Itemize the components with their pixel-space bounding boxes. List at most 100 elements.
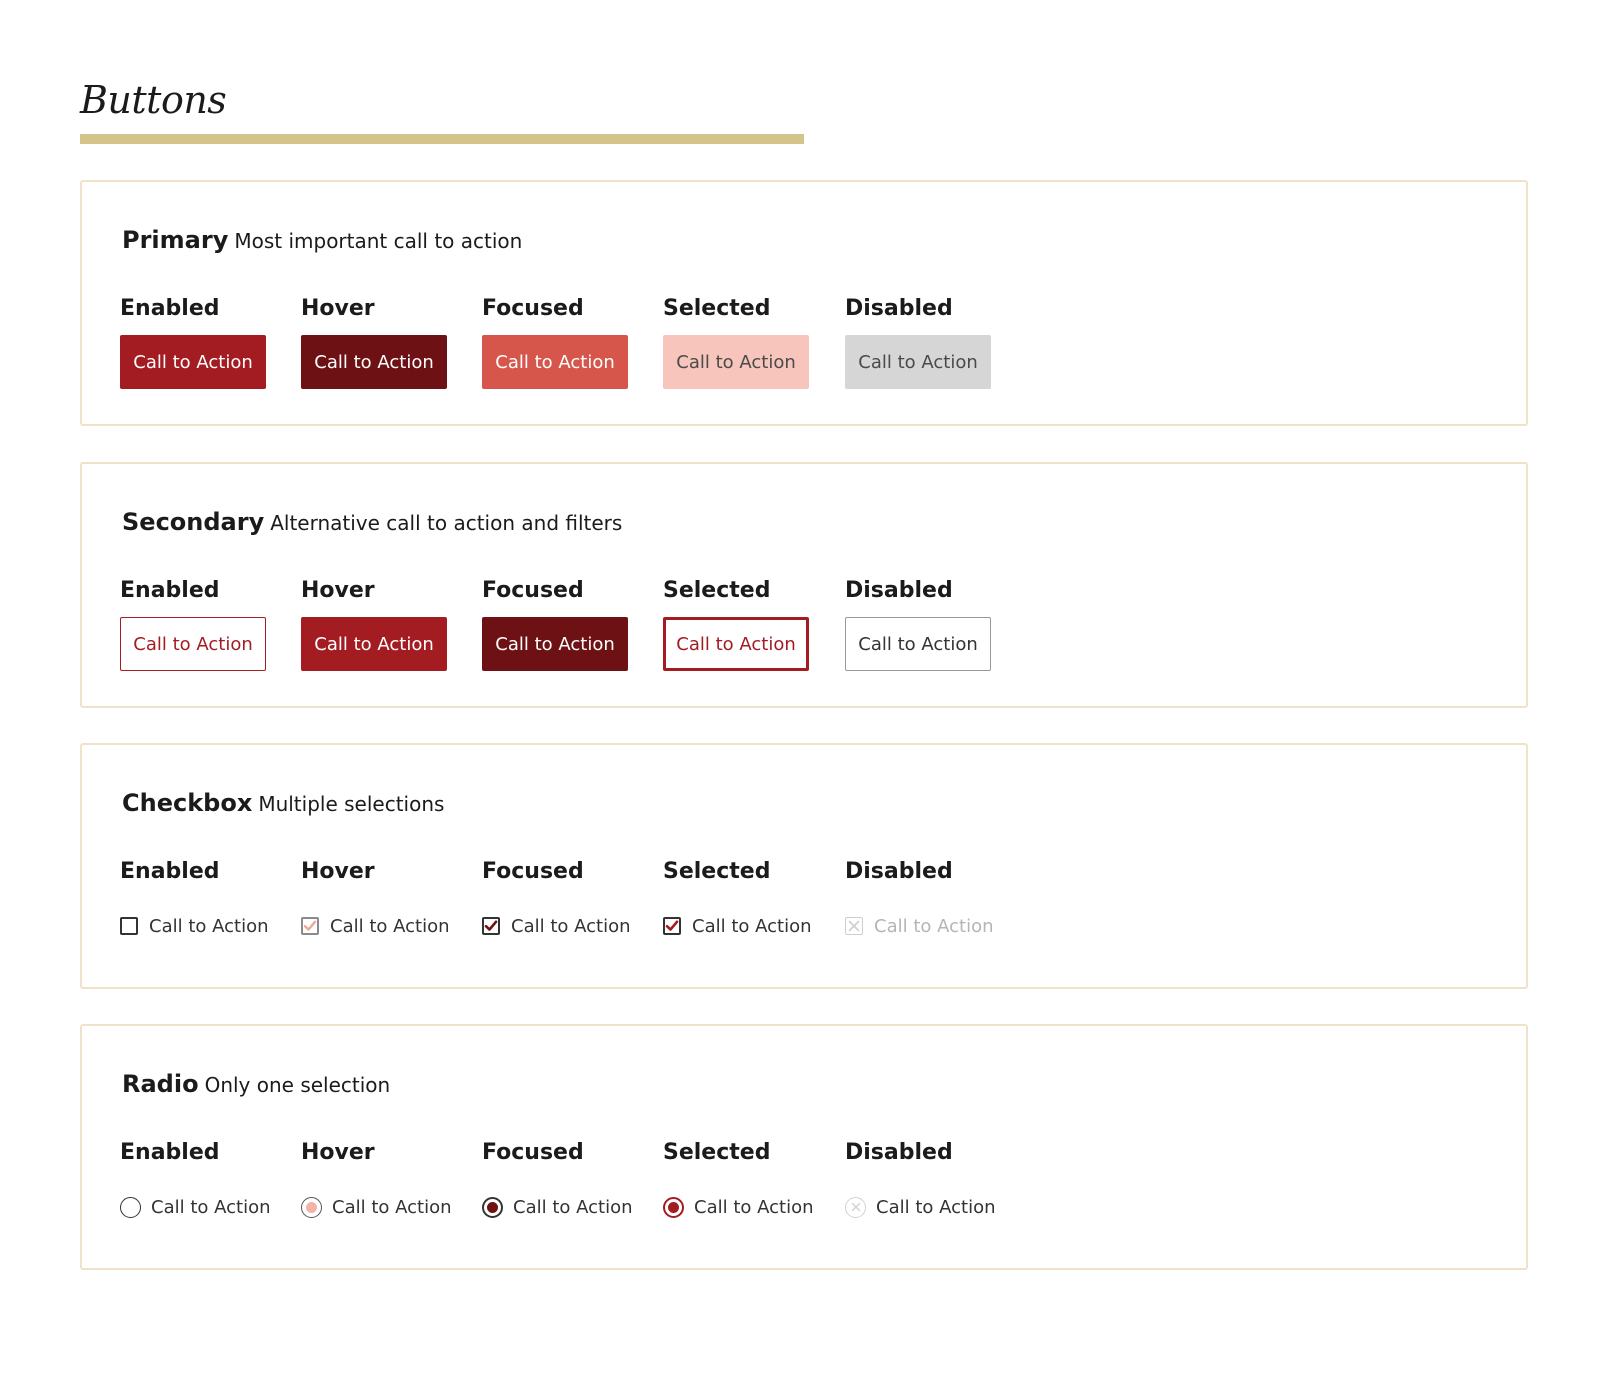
state-disabled: Disabled Call to Action (845, 294, 1005, 389)
checkbox-label: Call to Action (330, 915, 450, 937)
checkbox-checked-icon[interactable] (663, 917, 681, 935)
section-description: Alternative call to action and filters (270, 511, 623, 535)
checkbox-label: Call to Action (149, 915, 269, 937)
section-name: Checkbox (122, 789, 253, 817)
primary-hover-button[interactable]: Call to Action (301, 335, 447, 389)
title-underline (80, 134, 804, 144)
state-selected: Selected Call to Action (663, 294, 823, 389)
state-focused: Focused Call to Action (482, 294, 642, 389)
state-enabled: Enabled Call to Action (120, 294, 280, 389)
radio-label: Call to Action (876, 1196, 996, 1218)
secondary-hover-button[interactable]: Call to Action (301, 617, 447, 671)
page-title: Buttons (80, 78, 227, 122)
state-hover: Hover Call to Action (301, 294, 461, 389)
checkbox-enabled[interactable]: Call to Action (120, 913, 269, 939)
checkbox-label: Call to Action (874, 915, 994, 937)
section-heading: Primary Most important call to action (122, 222, 522, 261)
state-selected: Selected Call to Action (663, 857, 823, 937)
primary-disabled-button: Call to Action (845, 335, 991, 389)
radio-dot-icon (306, 1201, 317, 1213)
state-label: Disabled (845, 859, 953, 884)
secondary-section: Secondary Alternative call to action and … (80, 462, 1528, 708)
state-label: Selected (663, 1140, 771, 1165)
state-enabled: Enabled Call to Action (120, 1138, 280, 1218)
primary-enabled-button[interactable]: Call to Action (120, 335, 266, 389)
state-enabled: Enabled Call to Action (120, 857, 280, 937)
radio-empty-icon[interactable] (120, 1196, 141, 1218)
primary-focused-button[interactable]: Call to Action (482, 335, 628, 389)
section-name: Radio (122, 1070, 199, 1098)
state-focused: Focused Call to Action (482, 1138, 642, 1218)
secondary-enabled-button[interactable]: Call to Action (120, 617, 266, 671)
radio-enabled[interactable]: Call to Action (120, 1194, 271, 1220)
radio-dot-icon (487, 1201, 498, 1213)
state-label: Focused (482, 859, 584, 884)
state-enabled: Enabled Call to Action (120, 576, 280, 671)
section-description: Only one selection (204, 1073, 391, 1097)
state-selected: Selected Call to Action (663, 576, 823, 671)
checkbox-label: Call to Action (692, 915, 812, 937)
state-label: Hover (301, 578, 375, 603)
state-hover: Hover Call to Action (301, 576, 461, 671)
secondary-selected-button[interactable]: Call to Action (663, 617, 809, 671)
checkbox-section: Checkbox Multiple selections Enabled Call… (80, 743, 1528, 989)
radio-label: Call to Action (694, 1196, 814, 1218)
state-label: Selected (663, 296, 771, 321)
state-label: Focused (482, 296, 584, 321)
section-description: Most important call to action (234, 229, 523, 253)
radio-hover-dot-icon[interactable] (301, 1196, 322, 1218)
radio-selected[interactable]: Call to Action (663, 1194, 814, 1220)
state-disabled: Disabled Call to Action (845, 857, 1005, 937)
state-selected: Selected Call to Action (663, 1138, 823, 1218)
state-label: Selected (663, 578, 771, 603)
radio-label: Call to Action (151, 1196, 271, 1218)
radio-dot-icon (668, 1201, 679, 1213)
section-heading: Radio Only one selection (122, 1066, 390, 1105)
state-label: Hover (301, 296, 375, 321)
state-label: Disabled (845, 578, 953, 603)
radio-checked-icon[interactable] (663, 1196, 684, 1218)
state-label: Disabled (845, 1140, 953, 1165)
checkbox-disabled-x-icon (845, 917, 863, 935)
radio-disabled: Call to Action (845, 1194, 996, 1220)
state-label: Disabled (845, 296, 953, 321)
checkbox-label: Call to Action (511, 915, 631, 937)
checkbox-disabled: Call to Action (845, 913, 994, 939)
radio-label: Call to Action (513, 1196, 633, 1218)
state-label: Focused (482, 578, 584, 603)
checkbox-checked-icon[interactable] (482, 917, 500, 935)
checkbox-hover[interactable]: Call to Action (301, 913, 450, 939)
checkbox-focused[interactable]: Call to Action (482, 913, 631, 939)
state-label: Enabled (120, 296, 220, 321)
secondary-disabled-button: Call to Action (845, 617, 991, 671)
section-name: Primary (122, 226, 229, 254)
checkbox-empty-icon[interactable] (120, 917, 138, 935)
primary-selected-button[interactable]: Call to Action (663, 335, 809, 389)
section-heading: Secondary Alternative call to action and … (122, 504, 622, 543)
radio-disabled-x-icon (845, 1196, 866, 1218)
section-name: Secondary (122, 508, 265, 536)
state-focused: Focused Call to Action (482, 857, 642, 937)
state-label: Focused (482, 1140, 584, 1165)
state-focused: Focused Call to Action (482, 576, 642, 671)
state-label: Enabled (120, 1140, 220, 1165)
secondary-focused-button[interactable]: Call to Action (482, 617, 628, 671)
section-description: Multiple selections (258, 792, 445, 816)
state-label: Enabled (120, 859, 220, 884)
state-disabled: Disabled Call to Action (845, 576, 1005, 671)
radio-hover[interactable]: Call to Action (301, 1194, 452, 1220)
radio-section: Radio Only one selection Enabled Call to … (80, 1024, 1528, 1270)
state-hover: Hover Call to Action (301, 857, 461, 937)
state-label: Hover (301, 859, 375, 884)
primary-section: Primary Most important call to action Ena… (80, 180, 1528, 426)
checkbox-hover-check-icon[interactable] (301, 917, 319, 935)
radio-label: Call to Action (332, 1196, 452, 1218)
state-label: Hover (301, 1140, 375, 1165)
radio-checked-icon[interactable] (482, 1196, 503, 1218)
checkbox-selected[interactable]: Call to Action (663, 913, 812, 939)
state-label: Selected (663, 859, 771, 884)
section-heading: Checkbox Multiple selections (122, 785, 444, 824)
state-hover: Hover Call to Action (301, 1138, 461, 1218)
state-label: Enabled (120, 578, 220, 603)
radio-focused[interactable]: Call to Action (482, 1194, 633, 1220)
